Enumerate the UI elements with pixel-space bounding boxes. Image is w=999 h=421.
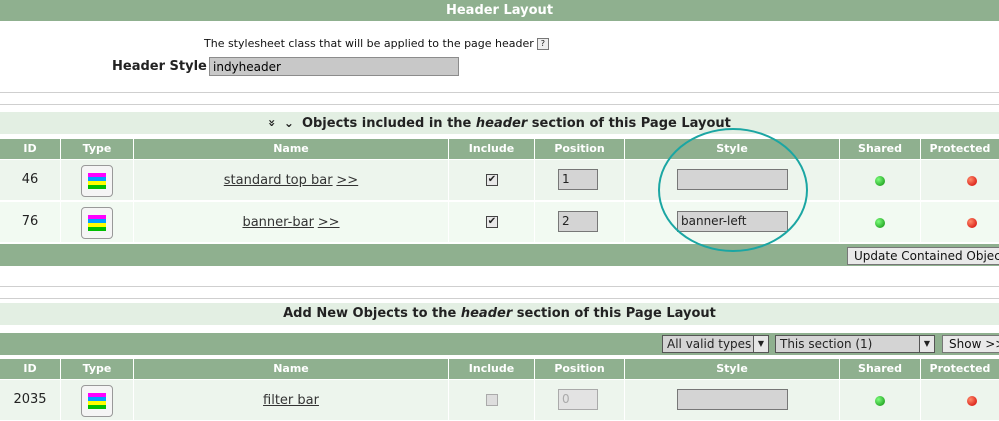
heading-text: Add New Objects to the	[283, 306, 461, 321]
col-protected: Protected	[929, 142, 991, 155]
section-filter-value: This section (1)	[780, 337, 873, 351]
position-input[interactable]: 0	[558, 389, 598, 410]
shared-status-icon	[875, 218, 885, 228]
col-type: Type	[61, 139, 134, 159]
shared-status-icon	[875, 396, 885, 406]
add-new-table-header: ID Type Name Include Position Style Shar…	[0, 359, 999, 379]
shared-status-icon	[875, 176, 885, 186]
protected-status-icon	[967, 396, 977, 406]
col-include: Include	[449, 359, 535, 379]
col-protected: Protected	[929, 362, 991, 375]
style-cell	[625, 160, 840, 200]
header-layout-title: Header Layout	[0, 0, 999, 21]
col-include: Include	[449, 139, 535, 159]
header-style-description: The stylesheet class that will be applie…	[204, 37, 549, 50]
table-row: 46 standard top bar >> ✔ 1	[0, 160, 999, 200]
help-icon[interactable]: ?	[536, 38, 549, 50]
col-position: Position	[535, 359, 625, 379]
heading-text: section of this Page Layout	[512, 306, 716, 321]
add-new-filter-bar: All valid types ▼ This section (1) ▼ Show …	[0, 333, 999, 355]
type-filter-select[interactable]: All valid types ▼	[662, 335, 769, 353]
include-checkbox[interactable]: ✔	[486, 174, 498, 186]
shared-cell	[840, 160, 921, 200]
col-name: Name	[134, 359, 449, 379]
section-filter-select[interactable]: This section (1) ▼	[775, 335, 935, 353]
include-cell	[449, 380, 535, 420]
type-cell	[61, 380, 134, 420]
header-style-label: Header Style	[112, 59, 207, 74]
style-input[interactable]	[677, 169, 788, 190]
object-type-icon[interactable]	[81, 385, 113, 417]
row-id: 76	[0, 202, 61, 242]
object-details-link[interactable]: >>	[336, 173, 358, 188]
position-cell: 0	[535, 380, 625, 420]
object-name-link[interactable]: standard top bar	[224, 173, 333, 188]
position-input[interactable]: 1	[558, 169, 598, 190]
shared-cell	[840, 202, 921, 242]
name-cell: filter bar	[134, 380, 449, 420]
update-contained-objects-button[interactable]: Update Contained Objects	[847, 247, 999, 265]
col-type: Type	[61, 359, 134, 379]
chevron-down-icon: ▼	[753, 336, 768, 352]
col-position: Position	[535, 139, 625, 159]
object-details-link[interactable]: >>	[318, 215, 340, 230]
style-input[interactable]	[677, 389, 788, 410]
table-row: 2035 filter bar 0	[0, 380, 999, 420]
description-text: The stylesheet class that will be applie…	[204, 37, 534, 50]
row-id: 46	[0, 160, 61, 200]
heading-section-name: header	[460, 306, 513, 321]
shared-cell	[840, 380, 921, 420]
header-style-input[interactable]	[209, 57, 459, 76]
include-cell: ✔	[449, 160, 535, 200]
col-name: Name	[134, 139, 449, 159]
col-style: Style	[625, 139, 840, 159]
contained-footer-bar: Update Contained Objects	[0, 244, 999, 266]
protected-cell	[921, 380, 999, 420]
heading-text: Objects included in the	[301, 116, 476, 131]
heading-text: section of this Page Layout	[527, 116, 731, 131]
type-filter-value: All valid types	[667, 337, 752, 351]
position-input[interactable]: 2	[558, 211, 598, 232]
chevron-down-icon: ▼	[919, 336, 934, 352]
position-cell: 1	[535, 160, 625, 200]
protected-status-icon	[967, 176, 977, 186]
collapse-all-icon[interactable]: »	[261, 119, 283, 127]
chevron-down-icon[interactable]: ⌄	[284, 116, 294, 130]
name-cell: standard top bar >>	[134, 160, 449, 200]
add-new-section-heading: Add New Objects to the header section of…	[0, 303, 999, 325]
col-id: ID	[0, 359, 61, 379]
contained-table-header: ID Type Name Include Position Style Shar…	[0, 139, 999, 159]
style-input[interactable]: banner-left	[677, 211, 788, 232]
table-row: 76 banner-bar >> ✔ 2 banner-left	[0, 202, 999, 242]
type-cell	[61, 160, 134, 200]
include-cell: ✔	[449, 202, 535, 242]
name-cell: banner-bar >>	[134, 202, 449, 242]
contained-section-heading: » ⌄ Objects included in the header section…	[0, 112, 999, 134]
type-cell	[61, 202, 134, 242]
col-style: Style	[625, 359, 840, 379]
object-name-link[interactable]: banner-bar	[242, 215, 313, 230]
col-shared: Shared	[840, 139, 921, 159]
show-button[interactable]: Show >>	[942, 335, 999, 353]
divider	[0, 104, 999, 105]
divider	[0, 92, 999, 93]
protected-cell	[921, 202, 999, 242]
include-checkbox[interactable]	[486, 394, 498, 406]
position-cell: 2	[535, 202, 625, 242]
col-id: ID	[0, 139, 61, 159]
style-cell: banner-left	[625, 202, 840, 242]
divider	[0, 286, 999, 287]
object-type-icon[interactable]	[81, 165, 113, 197]
style-cell	[625, 380, 840, 420]
heading-section-name: header	[475, 116, 528, 131]
object-type-icon[interactable]	[81, 207, 113, 239]
divider	[0, 298, 999, 299]
protected-cell	[921, 160, 999, 200]
row-id: 2035	[0, 380, 61, 420]
object-name-link[interactable]: filter bar	[263, 393, 319, 408]
col-shared: Shared	[840, 359, 921, 379]
include-checkbox[interactable]: ✔	[486, 216, 498, 228]
protected-status-icon	[967, 218, 977, 228]
